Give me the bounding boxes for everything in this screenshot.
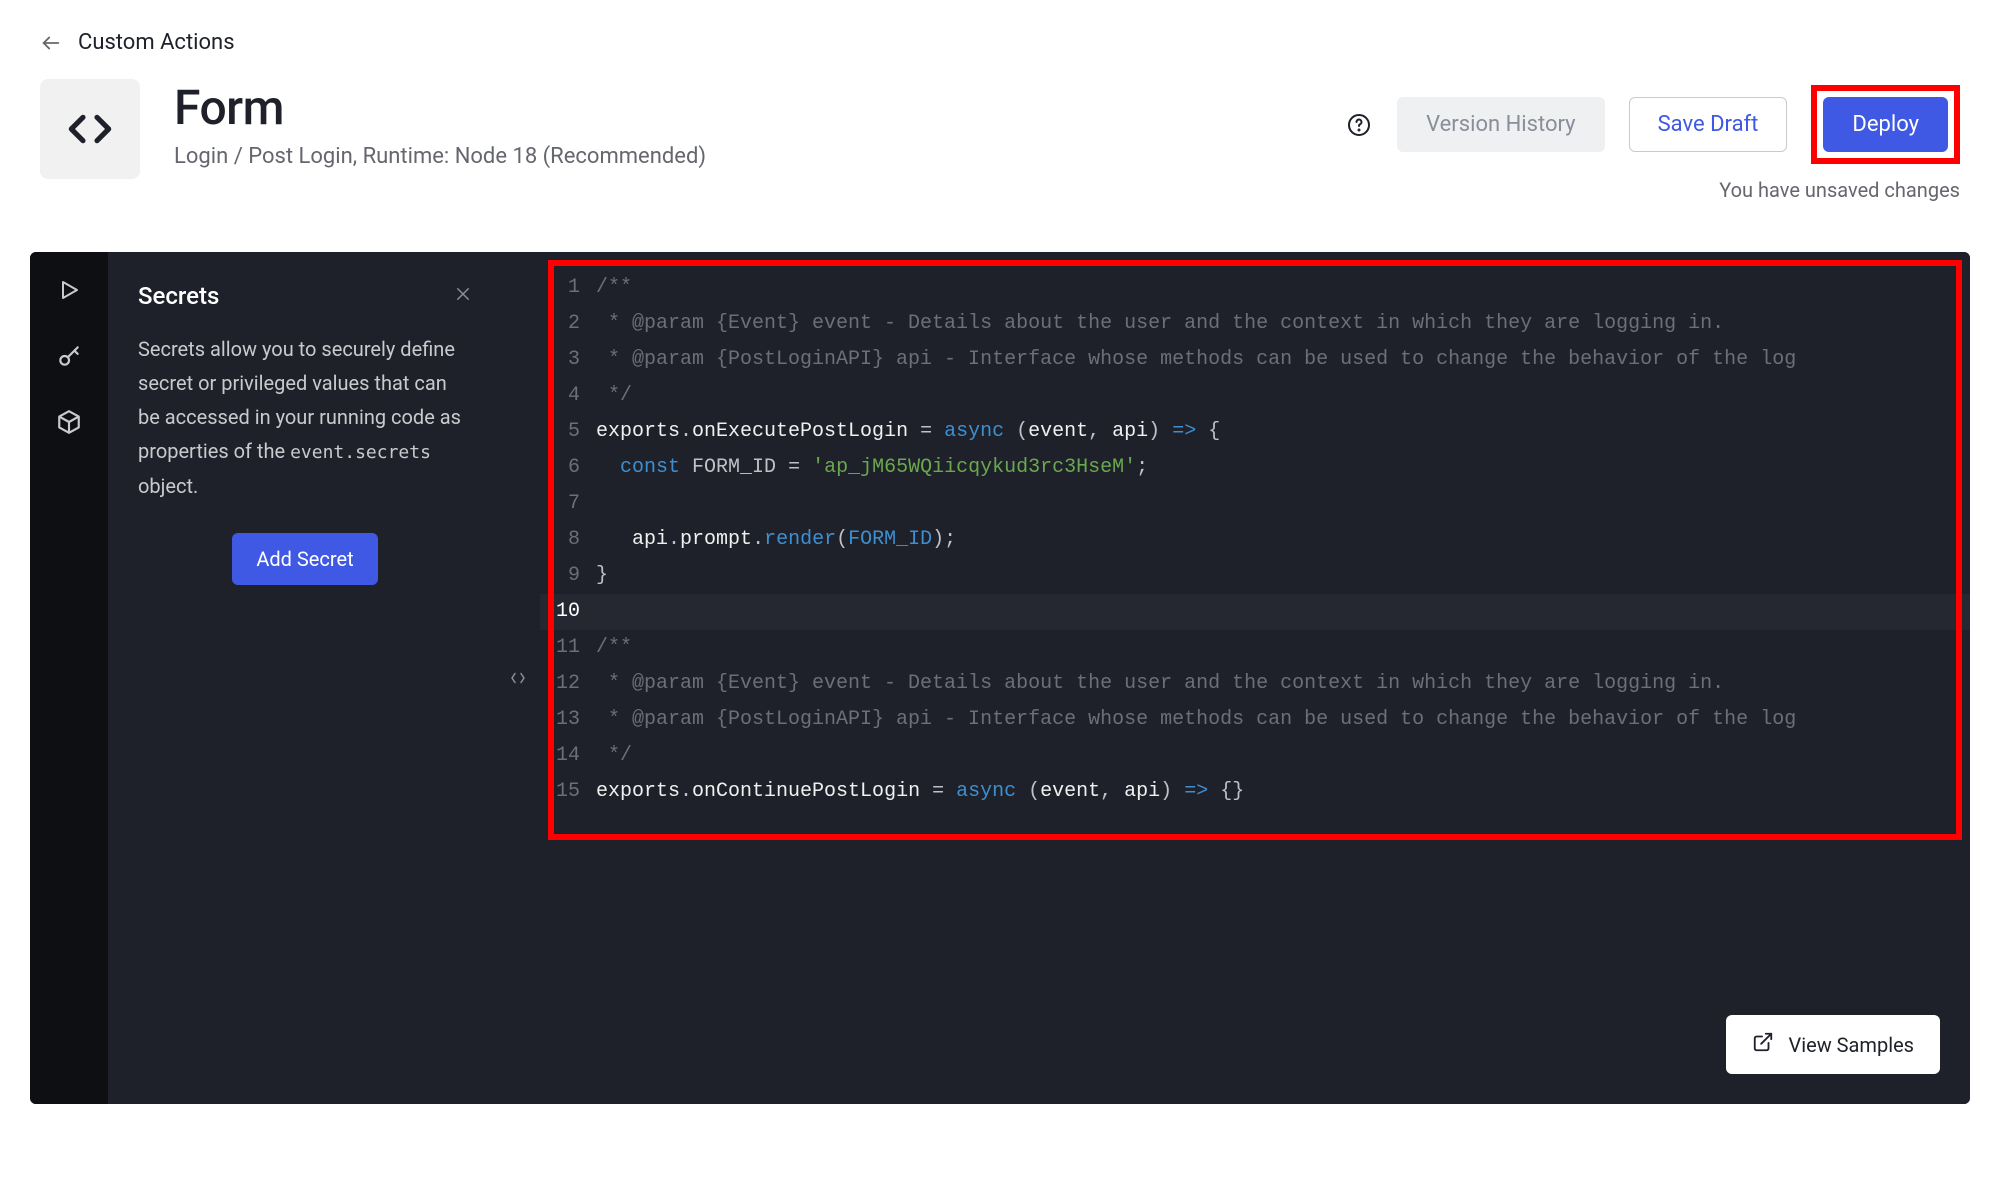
code-region: 1/**2 * @param {Event} event - Details a… — [540, 252, 1970, 1104]
header-row: Form Login / Post Login, Runtime: Node 1… — [40, 79, 1960, 202]
code-line[interactable]: 12 * @param {Event} event - Details abou… — [540, 666, 1970, 702]
line-number: 15 — [540, 774, 596, 810]
add-secret-row: Add Secret — [138, 533, 472, 585]
line-number: 6 — [540, 450, 596, 486]
code-line[interactable]: 14 */ — [540, 738, 1970, 774]
code-content: * @param {PostLoginAPI} api - Interface … — [596, 342, 1796, 378]
title-block: Form Login / Post Login, Runtime: Node 1… — [174, 79, 706, 169]
page-subtitle: Login / Post Login, Runtime: Node 18 (Re… — [174, 144, 706, 169]
line-number: 2 — [540, 306, 596, 342]
code-line[interactable]: 5exports.onExecutePostLogin = async (eve… — [540, 414, 1970, 450]
code-line[interactable]: 3 * @param {PostLoginAPI} api - Interfac… — [540, 342, 1970, 378]
code-line[interactable]: 7 — [540, 486, 1970, 522]
line-number: 9 — [540, 558, 596, 594]
line-number: 11 — [540, 630, 596, 666]
line-number: 8 — [540, 522, 596, 558]
secrets-desc-post: object. — [138, 474, 198, 498]
version-history-button: Version History — [1397, 97, 1605, 152]
code-content: exports.onContinuePostLogin = async (eve… — [596, 774, 1244, 810]
editor-side-rail — [30, 252, 108, 1104]
play-icon[interactable] — [55, 276, 83, 304]
breadcrumb-label: Custom Actions — [78, 30, 235, 55]
deploy-highlight: Deploy — [1811, 85, 1960, 164]
code-content: api.prompt.render(FORM_ID); — [596, 522, 956, 558]
code-content: exports.onExecutePostLogin = async (even… — [596, 414, 1220, 450]
close-icon[interactable] — [454, 284, 472, 308]
line-number: 10 — [540, 594, 596, 630]
line-number: 12 — [540, 666, 596, 702]
external-link-icon — [1752, 1031, 1774, 1058]
code-line[interactable]: 4 */ — [540, 378, 1970, 414]
view-samples-button[interactable]: View Samples — [1726, 1015, 1940, 1074]
code-line[interactable]: 6 const FORM_ID = 'ap_jM65WQiicqykud3rc3… — [540, 450, 1970, 486]
code-line[interactable]: 15exports.onContinuePostLogin = async (e… — [540, 774, 1970, 810]
breadcrumb-back[interactable]: Custom Actions — [40, 30, 1960, 55]
code-line[interactable]: 13 * @param {PostLoginAPI} api - Interfa… — [540, 702, 1970, 738]
code-content: /** — [596, 270, 632, 306]
secrets-desc-code: event.secrets — [290, 442, 431, 463]
code-line[interactable]: 10 — [540, 594, 1970, 630]
code-line[interactable]: 8 api.prompt.render(FORM_ID); — [540, 522, 1970, 558]
code-line[interactable]: 2 * @param {Event} event - Details about… — [540, 306, 1970, 342]
line-number: 5 — [540, 414, 596, 450]
code-content: */ — [596, 378, 632, 414]
help-icon[interactable] — [1345, 111, 1373, 139]
code-content: */ — [596, 738, 632, 774]
package-icon[interactable] — [55, 408, 83, 436]
panel-resize-handle[interactable] — [496, 252, 540, 1104]
line-number: 1 — [540, 270, 596, 306]
code-editor[interactable]: 1/**2 * @param {Event} event - Details a… — [540, 252, 1970, 1104]
arrow-left-icon — [40, 32, 62, 54]
line-number: 3 — [540, 342, 596, 378]
code-line[interactable]: 11/** — [540, 630, 1970, 666]
deploy-button[interactable]: Deploy — [1823, 97, 1948, 152]
line-number: 7 — [540, 486, 596, 522]
line-number: 14 — [540, 738, 596, 774]
key-icon[interactable] — [55, 342, 83, 370]
code-content: * @param {Event} event - Details about t… — [596, 666, 1724, 702]
add-secret-button[interactable]: Add Secret — [232, 533, 377, 585]
code-content: /** — [596, 630, 632, 666]
unsaved-changes-note: You have unsaved changes — [1719, 178, 1960, 202]
secrets-title-row: Secrets — [138, 282, 472, 310]
code-content: } — [596, 558, 608, 594]
code-content: const FORM_ID = 'ap_jM65WQiicqykud3rc3Hs… — [596, 450, 1148, 486]
secrets-title: Secrets — [138, 282, 219, 310]
top-bar: Custom Actions Form Login / Post Login, … — [0, 0, 2000, 222]
page-title: Form — [174, 79, 706, 136]
view-samples-label: View Samples — [1788, 1033, 1914, 1057]
line-number: 13 — [540, 702, 596, 738]
save-draft-button[interactable]: Save Draft — [1629, 97, 1788, 152]
button-row: Version History Save Draft Deploy — [1345, 85, 1960, 164]
code-content: * @param {PostLoginAPI} api - Interface … — [596, 702, 1796, 738]
code-content: * @param {Event} event - Details about t… — [596, 306, 1724, 342]
header-left: Form Login / Post Login, Runtime: Node 1… — [40, 79, 706, 179]
editor-container: Secrets Secrets allow you to securely de… — [30, 252, 1970, 1104]
header-right: Version History Save Draft Deploy You ha… — [1345, 79, 1960, 202]
secrets-description: Secrets allow you to securely define sec… — [138, 332, 472, 503]
line-number: 4 — [540, 378, 596, 414]
code-line[interactable]: 9} — [540, 558, 1970, 594]
code-line[interactable]: 1/** — [540, 270, 1970, 306]
code-icon — [40, 79, 140, 179]
secrets-panel: Secrets Secrets allow you to securely de… — [108, 252, 496, 1104]
